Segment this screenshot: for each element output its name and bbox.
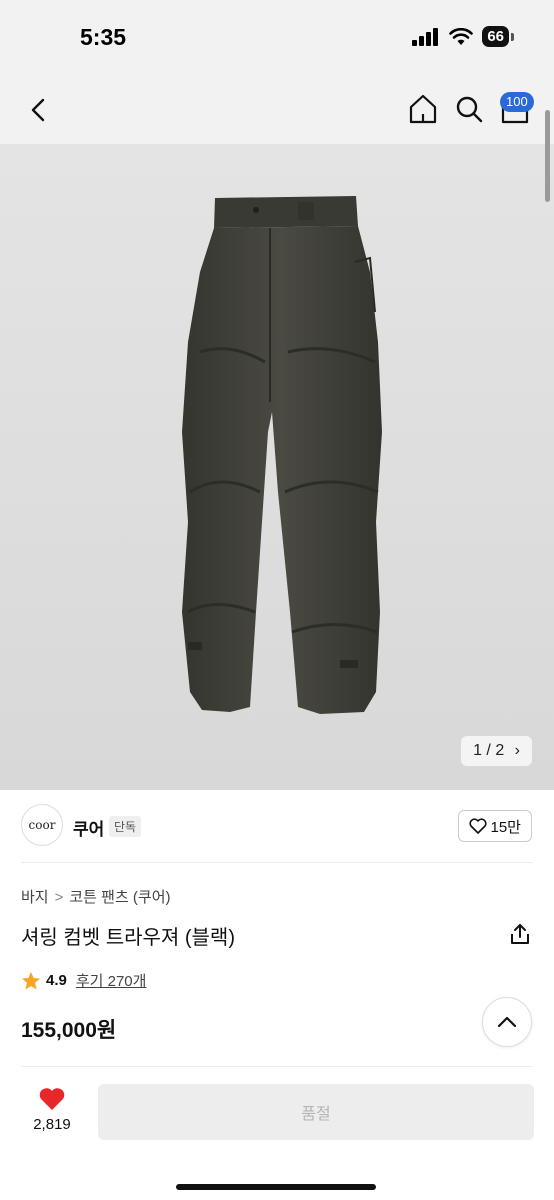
status-icons: 66 [412,26,514,47]
share-icon[interactable] [508,922,532,946]
header: 100 [0,76,554,144]
product-image [182,196,382,714]
brand-row: coor 쿠어 단독 15만 [0,790,554,862]
back-icon[interactable] [24,94,54,126]
brand-like-button[interactable]: 15만 [457,810,532,842]
home-indicator [176,1184,376,1190]
exclusive-badge: 단독 [109,816,142,837]
soldout-button[interactable]: 품절 [98,1084,534,1140]
heart-filled-icon [39,1088,65,1110]
signal-icon [412,27,439,46]
scroll-up-button[interactable] [482,997,532,1047]
divider [21,1066,533,1067]
status-time: 5:35 [80,24,127,50]
product-image-gallery[interactable]: 1 / 2 › [0,144,554,790]
wishlist-button[interactable]: 2,819 [26,1086,78,1133]
search-icon[interactable] [452,92,486,126]
breadcrumb: 바지 > 코튼 팬츠 (쿠어) [21,886,171,907]
divider [21,862,533,863]
product-price: 155,000원 [21,1019,117,1042]
image-page-indicator[interactable]: 1 / 2 › [461,736,532,766]
breadcrumb-subcategory[interactable]: 코튼 팬츠 (쿠어) [69,889,170,906]
status-bar: 5:35 66 [0,0,554,76]
reviews-link[interactable]: 후기 270개 [76,970,147,991]
rating-row: 4.9 후기 270개 [21,970,146,991]
breadcrumb-category[interactable]: 바지 [21,889,49,906]
heart-outline-icon [468,818,487,834]
chevron-up-icon [497,1016,517,1028]
cart-badge: 100 [500,92,534,112]
product-title: 셔링 컴벳 트라우져 (블랙) [21,927,235,949]
home-icon[interactable] [406,92,440,126]
rating-value: 4.9 [46,972,67,989]
brand-like-count: 15만 [490,818,522,836]
page-indicator-text: 1 / 2 [473,742,505,759]
battery-level: 66 [482,26,509,47]
brand-logo[interactable]: coor [21,804,63,846]
brand-name[interactable]: 쿠어 [73,815,104,840]
scrollbar[interactable] [545,110,550,202]
chevron-right-icon: › [514,742,520,759]
star-icon [22,971,40,989]
battery-icon: 66 [482,26,514,47]
wifi-icon [449,27,474,45]
breadcrumb-separator: > [54,889,64,906]
wishlist-count: 2,819 [33,1116,71,1133]
